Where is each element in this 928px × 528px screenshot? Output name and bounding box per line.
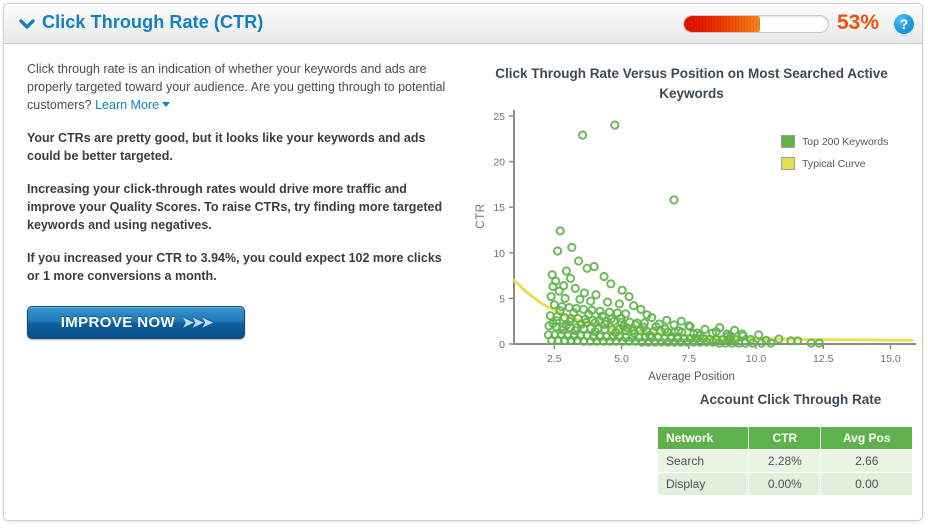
svg-text:10: 10 bbox=[493, 248, 505, 260]
legend-swatch-0 bbox=[781, 135, 795, 148]
learn-more-link[interactable]: Learn More bbox=[95, 98, 159, 112]
score-progress-fill bbox=[684, 16, 761, 32]
svg-text:15: 15 bbox=[493, 202, 505, 214]
table-cell: Search bbox=[656, 449, 750, 473]
panel-header: Click Through Rate (CTR) 53% ? bbox=[4, 4, 922, 44]
chart-canvas: 0 5 10 15 20 25 2.5 5.0 7.5 10.0 12.5 15.0 bbox=[493, 110, 916, 365]
svg-text:5.0: 5.0 bbox=[614, 353, 629, 365]
improve-now-label: IMPROVE NOW bbox=[60, 314, 176, 331]
legend-item: Typical Curve bbox=[781, 154, 921, 173]
svg-text:2.5: 2.5 bbox=[547, 353, 562, 365]
legend-swatch-1 bbox=[781, 157, 795, 170]
score-progress-bar bbox=[683, 15, 829, 33]
table-cell: Display bbox=[656, 472, 750, 496]
table-cell: 0.00% bbox=[748, 472, 822, 496]
projection-paragraph: If you increased your CTR to 3.94%, you … bbox=[27, 251, 442, 283]
ctr-scatter-chart: Click Through Rate Versus Position on Mo… bbox=[464, 56, 919, 396]
page-title: Click Through Rate (CTR) bbox=[42, 12, 264, 32]
verdict-paragraph: Your CTRs are pretty good, but it looks … bbox=[27, 131, 426, 163]
improve-now-button[interactable]: IMPROVE NOW ➤➤➤ bbox=[27, 306, 245, 339]
chart-x-axis-label: Average Position bbox=[648, 371, 735, 383]
table-body: Search 2.28% 2.66 Display 0.00% 0.00 bbox=[656, 449, 913, 496]
legend-label: Top 200 Keywords bbox=[802, 135, 889, 148]
svg-text:12.5: 12.5 bbox=[813, 353, 834, 365]
legend-label: Typical Curve bbox=[802, 157, 866, 170]
svg-text:0: 0 bbox=[499, 339, 505, 351]
table-cell: 2.66 bbox=[820, 449, 913, 473]
score-percent-label: 53% bbox=[837, 11, 880, 34]
table-header-row: Network CTR Avg Pos bbox=[656, 426, 913, 450]
account-ctr-table: Network CTR Avg Pos Search 2.28% 2.66 Display… bbox=[656, 426, 913, 496]
chart-y-axis-label: CTR bbox=[475, 203, 487, 229]
ctr-panel: Click Through Rate (CTR) 53% ? Click thr… bbox=[3, 3, 923, 521]
caret-down-icon[interactable] bbox=[162, 102, 171, 107]
legend-item: Top 200 Keywords bbox=[781, 132, 921, 151]
table-row: Display 0.00% 0.00 bbox=[656, 472, 913, 496]
table-col-header: Network bbox=[656, 426, 750, 450]
table-cell: 0.00 bbox=[820, 472, 913, 496]
svg-text:15.0: 15.0 bbox=[880, 353, 901, 365]
svg-text:25: 25 bbox=[493, 111, 505, 123]
account-table-title: Account Click Through Rate bbox=[699, 392, 882, 407]
intro-paragraph: Click through rate is an indication of w… bbox=[27, 60, 447, 114]
table-col-header: CTR bbox=[748, 426, 822, 450]
help-icon[interactable]: ? bbox=[894, 14, 914, 34]
svg-text:5: 5 bbox=[499, 293, 505, 305]
table-row: Search 2.28% 2.66 bbox=[656, 449, 913, 473]
advice-paragraph: Increasing your click-through rates woul… bbox=[27, 182, 443, 232]
table-cell: 2.28% bbox=[748, 449, 822, 473]
info-column: Click through rate is an indication of w… bbox=[27, 60, 447, 300]
chevron-down-icon[interactable] bbox=[18, 16, 36, 32]
svg-text:10.0: 10.0 bbox=[746, 353, 767, 365]
intro-text: Click through rate is an indication of w… bbox=[27, 62, 446, 112]
svg-text:20: 20 bbox=[493, 157, 505, 169]
triple-chevron-right-icon: ➤➤➤ bbox=[182, 314, 213, 330]
table-col-header: Avg Pos bbox=[820, 426, 913, 450]
chart-legend: Top 200 Keywords Typical Curve bbox=[781, 132, 921, 176]
svg-text:7.5: 7.5 bbox=[681, 353, 696, 365]
